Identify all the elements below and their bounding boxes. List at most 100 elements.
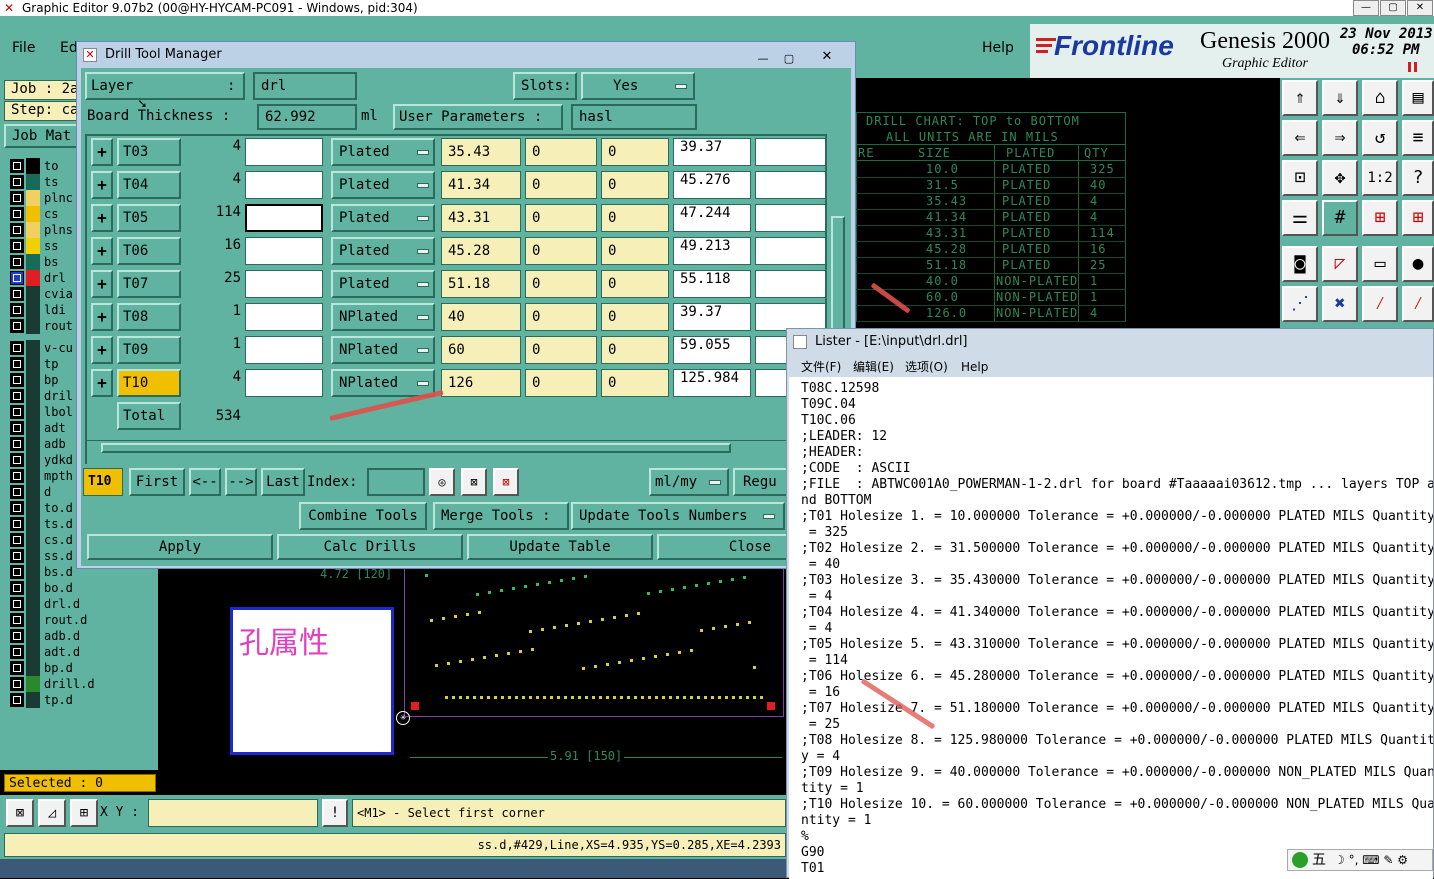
tool-text-input[interactable]	[245, 138, 323, 166]
snap-icon[interactable]: ⊞	[1362, 200, 1398, 236]
layer-row[interactable]: tp.d	[10, 692, 126, 708]
layer-checkbox[interactable]	[10, 613, 24, 627]
move-down-icon[interactable]: ⇓	[1322, 80, 1358, 116]
layer-checkbox[interactable]	[10, 549, 24, 563]
tool-tol-minus-input[interactable]: 0	[601, 138, 669, 166]
menu-file[interactable]: File	[12, 40, 35, 56]
xy-input[interactable]	[148, 799, 318, 827]
dtm-close-icon[interactable]: ✕	[809, 44, 845, 64]
layer-row[interactable]: drill.d	[10, 676, 126, 692]
units-dropdown[interactable]: ml/my	[649, 468, 729, 496]
layer-checkbox[interactable]	[10, 469, 24, 483]
tool-size-input[interactable]: 40	[441, 303, 521, 331]
tool-tol-minus-input[interactable]: 0	[601, 303, 669, 331]
layer-row[interactable]: rout.d	[10, 612, 126, 628]
tool-finish-input[interactable]: 39.37	[673, 138, 751, 166]
lister-menu-edit[interactable]: 编辑(E)	[853, 357, 894, 377]
ime-toolbar[interactable]: 五 ☽ °, ⌨ ✎ ⚙	[1287, 849, 1433, 871]
layer-checkbox[interactable]	[10, 303, 24, 317]
expand-row-icon[interactable]: +	[91, 204, 113, 232]
board-thickness-input[interactable]: 62.992	[257, 104, 357, 130]
graphic-canvas[interactable]: 孔属性 4.72 [120] 5.91 [150] ✳	[158, 565, 786, 795]
layer-checkbox[interactable]	[10, 239, 24, 253]
layer-checkbox[interactable]	[10, 207, 24, 221]
tool-type-dropdown[interactable]: NPlated	[331, 336, 435, 364]
user-parameters-button[interactable]: User Parameters :	[393, 104, 563, 130]
expand-row-icon[interactable]: +	[91, 237, 113, 265]
minimize-button[interactable]: —	[1353, 0, 1379, 16]
layer-checkbox[interactable]	[10, 597, 24, 611]
tool-extra-input[interactable]	[755, 237, 825, 265]
tool-size-input[interactable]: 60	[441, 336, 521, 364]
layer-checkbox[interactable]	[10, 517, 24, 531]
expand-row-icon[interactable]: +	[91, 138, 113, 166]
merge-tools-button[interactable]: Merge Tools :	[433, 502, 569, 530]
dtm-minimize-button[interactable]: —	[753, 46, 773, 65]
job-field[interactable]: Job : 2a	[4, 80, 80, 100]
layer-checkbox[interactable]	[10, 645, 24, 659]
line-icon[interactable]: ⁄	[1362, 286, 1398, 322]
tool-type-dropdown[interactable]: Plated	[331, 237, 435, 265]
tool-tol-minus-input[interactable]: 0	[601, 171, 669, 199]
window-icon[interactable]: ▤	[1402, 80, 1434, 116]
connect-icon[interactable]: ⋰	[1282, 286, 1318, 322]
prev-button[interactable]: <--	[189, 468, 221, 496]
layer-checkbox[interactable]	[10, 581, 24, 595]
tool-extra-input[interactable]	[755, 303, 825, 331]
layer-row[interactable]: adt.d	[10, 644, 126, 660]
draw-icon[interactable]: ◸	[1322, 246, 1358, 282]
tool-tol-plus-input[interactable]: 0	[525, 171, 597, 199]
scale-icon[interactable]: 1:2	[1362, 160, 1398, 196]
layer-checkbox[interactable]	[10, 533, 24, 547]
tool-finish-input[interactable]: 49.213	[673, 237, 751, 265]
user-parameters-input[interactable]: hasl	[571, 104, 697, 130]
fit-icon[interactable]: ⊡	[1282, 160, 1318, 196]
menu-help[interactable]: Help	[982, 40, 1014, 56]
layer-checkbox[interactable]	[10, 565, 24, 579]
tool-size-input[interactable]: 45.28	[441, 237, 521, 265]
update-tools-numbers-dropdown[interactable]: Update Tools Numbers	[571, 502, 785, 530]
layer-checkbox[interactable]	[10, 629, 24, 643]
layer-checkbox[interactable]	[10, 501, 24, 515]
last-button[interactable]: Last	[261, 468, 305, 496]
layer-checkbox[interactable]	[10, 373, 24, 387]
snap-alt-icon[interactable]: ⊞	[1402, 200, 1434, 236]
layer-checkbox[interactable]	[10, 271, 24, 285]
combine-tools-button[interactable]: Combine Tools	[299, 502, 427, 530]
tool-tol-plus-input[interactable]: 0	[525, 237, 597, 265]
cross-icon[interactable]: ✖	[1322, 286, 1358, 322]
layer-checkbox[interactable]	[10, 421, 24, 435]
tool-text-input[interactable]	[245, 204, 323, 232]
select-icon[interactable]: ◙	[1282, 246, 1318, 282]
tool-extra-input[interactable]	[755, 204, 825, 232]
apply-button[interactable]: Apply	[87, 534, 273, 560]
tool-tol-minus-input[interactable]: 0	[601, 369, 669, 397]
dtm-maximize-button[interactable]: ▢	[779, 46, 799, 65]
layer-checkbox[interactable]	[10, 661, 24, 675]
tool-tol-minus-input[interactable]: 0	[601, 270, 669, 298]
undo-icon[interactable]: ↺	[1362, 120, 1398, 156]
expand-row-icon[interactable]: +	[91, 303, 113, 331]
center-icon[interactable]: ✥	[1322, 160, 1358, 196]
tool-text-input[interactable]	[245, 171, 323, 199]
move-left-icon[interactable]: ⇐	[1282, 120, 1318, 156]
tool-type-dropdown[interactable]: NPlated	[331, 369, 435, 397]
arc-icon[interactable]: ⁄	[1402, 286, 1434, 322]
ruler-icon[interactable]: ▭	[1362, 246, 1398, 282]
layer-checkbox[interactable]	[10, 255, 24, 269]
tool-tol-minus-input[interactable]: 0	[601, 204, 669, 232]
redraw-icon[interactable]: ≡	[1402, 120, 1434, 156]
move-up-icon[interactable]: ⇑	[1282, 80, 1318, 116]
step-field[interactable]: Step: ca	[4, 101, 80, 121]
tool-text-input[interactable]	[245, 237, 323, 265]
zoom-box-icon[interactable]: ⊠	[6, 799, 34, 827]
home-icon[interactable]: ⌂	[1362, 80, 1398, 116]
grid-toggle-icon[interactable]: ⊞	[70, 799, 98, 827]
maximize-button[interactable]: ▢	[1380, 0, 1406, 16]
tool-finish-input[interactable]: 125.984	[673, 369, 751, 397]
tool-size-input[interactable]: 41.34	[441, 171, 521, 199]
tool-finish-input[interactable]: 47.244	[673, 204, 751, 232]
move-right-icon[interactable]: ⇒	[1322, 120, 1358, 156]
layer-field[interactable]: drl	[253, 72, 357, 100]
layer-checkbox[interactable]	[10, 389, 24, 403]
